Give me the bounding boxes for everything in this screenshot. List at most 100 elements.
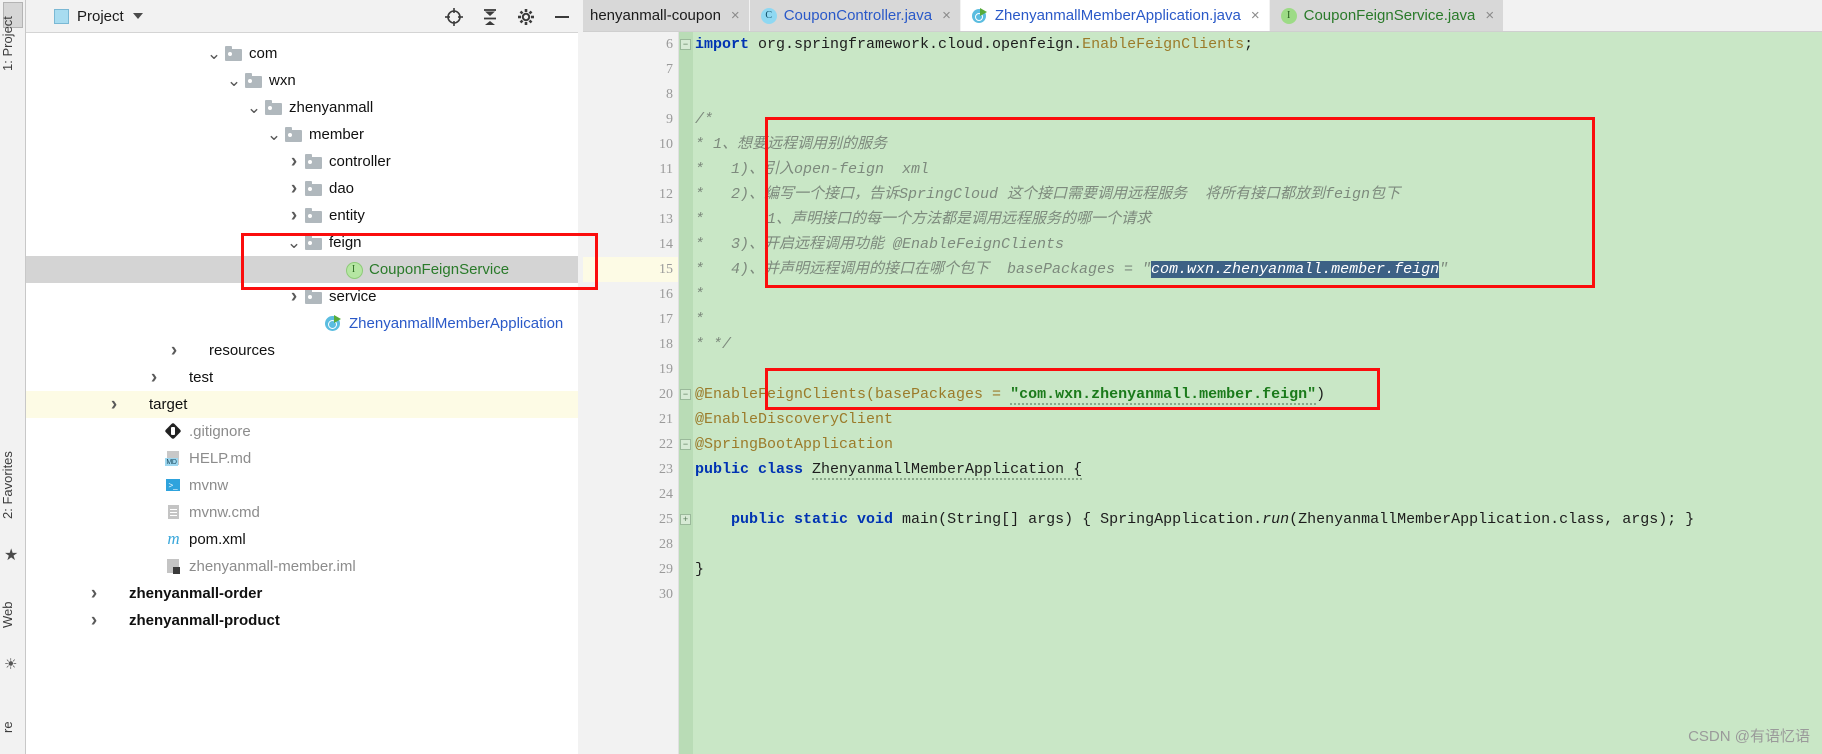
code-line[interactable]: * */ [679, 332, 1822, 357]
tree-row-label: target [149, 396, 188, 413]
editor-tab[interactable]: I CouponFeignService.java × [1269, 0, 1505, 31]
code-line[interactable]: @EnableFeignClients(basePackages = "com.… [679, 382, 1822, 407]
chevron-down-icon[interactable]: ⌄ [226, 72, 242, 89]
line-number: 29 [659, 561, 673, 577]
editor-tab[interactable]: ZhenyanmallMemberApplication.java × [960, 0, 1270, 31]
code-line[interactable]: * 1)、引入open-feign xml [679, 157, 1822, 182]
project-tool-window: Project ⌄ com ⌄ wxn ⌄ zhenyanmall ⌄ memb… [26, 0, 598, 754]
tree-row[interactable]: zhenyanmall-member.iml [26, 553, 578, 580]
settings-gear-icon[interactable] [516, 7, 536, 27]
line-number: 30 [659, 586, 673, 602]
chevron-right-icon[interactable]: › [286, 151, 302, 172]
code-call: run [1262, 511, 1290, 528]
tree-row[interactable]: › entity [26, 202, 578, 229]
close-icon[interactable]: × [1251, 7, 1260, 24]
tree-row[interactable]: ⌄ wxn [26, 67, 578, 94]
chevron-down-icon[interactable]: ⌄ [246, 99, 262, 116]
code-line[interactable]: import org.springframework.cloud.openfei… [679, 32, 1822, 57]
chevron-right-icon[interactable]: › [286, 286, 302, 307]
code-line[interactable]: @EnableDiscoveryClient [679, 407, 1822, 432]
code-line[interactable]: * 3)、开启远程调用功能 @EnableFeignClients [679, 232, 1822, 257]
tree-row[interactable]: › dao [26, 175, 578, 202]
project-tree[interactable]: ⌄ com ⌄ wxn ⌄ zhenyanmall ⌄ member › controller › d… [26, 33, 578, 754]
editor-tab[interactable]: henyanmall-coupon × [579, 0, 750, 31]
fold-minus-icon[interactable]: − [680, 389, 691, 400]
code-line[interactable]: * 2)、编写一个接口，告诉SpringCloud 这个接口需要调用远程服务 将… [679, 182, 1822, 207]
tree-row[interactable]: .gitignore [26, 418, 578, 445]
code-line[interactable]: * [679, 307, 1822, 332]
tree-row[interactable]: ZhenyanmallMemberApplication [26, 310, 578, 337]
chevron-right-icon[interactable]: › [166, 340, 182, 361]
tree-row-label: member [309, 126, 365, 143]
code-line[interactable] [679, 57, 1822, 82]
code-annotation: @SpringBootApplication [695, 436, 894, 453]
tree-row[interactable]: >_ mvnw [26, 472, 578, 499]
chevron-right-icon[interactable]: › [106, 394, 122, 415]
tree-row[interactable]: › zhenyanmall-order [26, 580, 578, 607]
code-line[interactable]: @SpringBootApplication − [679, 432, 1822, 457]
chevron-right-icon[interactable]: › [86, 583, 102, 604]
tree-row[interactable]: ⌄ feign [26, 229, 578, 256]
tree-row[interactable]: › test [26, 364, 578, 391]
panel-splitter[interactable] [578, 0, 583, 754]
tool-button-web[interactable]: Web [0, 585, 26, 645]
code-viewport[interactable]: import org.springframework.cloud.openfei… [679, 32, 1822, 754]
code-lines[interactable]: import org.springframework.cloud.openfei… [679, 32, 1822, 754]
chevron-down-icon[interactable] [132, 13, 143, 19]
tree-row[interactable]: › zhenyanmall-product [26, 607, 578, 634]
tree-row[interactable]: › resources [26, 337, 578, 364]
tree-row[interactable]: mvnw.cmd [26, 499, 578, 526]
code-line[interactable]: * 4)、并声明远程调用的接口在哪个包下 basePackages = "com… [679, 257, 1822, 282]
code-line[interactable]: /* [679, 107, 1822, 132]
code-line[interactable] [679, 582, 1822, 607]
fold-minus-icon[interactable]: − [680, 39, 691, 50]
chevron-right-icon[interactable]: › [86, 610, 102, 631]
code-line[interactable]: * 1、声明接口的每一个方法都是调用远程服务的哪一个请求 [679, 207, 1822, 232]
editor-tab-label: CouponFeignService.java [1303, 7, 1476, 24]
tree-row[interactable]: ⌄ com [26, 40, 578, 67]
line-number: 17 [659, 311, 673, 327]
code-line[interactable]: public class ZhenyanmallMemberApplicatio… [679, 457, 1822, 482]
folder-icon [305, 154, 322, 169]
tree-row[interactable]: › target [26, 391, 578, 418]
chevron-right-icon[interactable]: › [286, 205, 302, 226]
code-line[interactable] [679, 357, 1822, 382]
code-line[interactable]: * [679, 282, 1822, 307]
editor-tab[interactable]: C CouponController.java × [749, 0, 961, 31]
tree-row[interactable]: › controller [26, 148, 578, 175]
chevron-down-icon[interactable]: ⌄ [206, 45, 222, 62]
tree-row[interactable]: MD HELP.md [26, 445, 578, 472]
tree-row-label: CouponFeignService [369, 261, 510, 278]
tool-button-project[interactable]: 1: Project [0, 4, 26, 84]
chevron-right-icon[interactable]: › [146, 367, 162, 388]
code-line[interactable] [679, 532, 1822, 557]
tree-row[interactable]: › service [26, 283, 578, 310]
tree-row[interactable]: m pom.xml [26, 526, 578, 553]
selected-text[interactable]: com.wxn.zhenyanmall.member.feign [1151, 261, 1440, 278]
close-icon[interactable]: × [1485, 7, 1494, 24]
line-number: 6 [666, 36, 673, 52]
hide-panel-icon[interactable] [552, 7, 572, 27]
tool-button-favorites[interactable]: 2: Favorites [0, 430, 26, 540]
tree-row[interactable]: I CouponFeignService [26, 256, 578, 283]
chevron-right-icon[interactable]: › [286, 178, 302, 199]
close-icon[interactable]: × [942, 7, 951, 24]
spring-boot-icon [971, 7, 988, 24]
tool-button-structure[interactable]: re [0, 700, 26, 754]
editor-tab-bar[interactable]: henyanmall-coupon × C CouponController.java… [579, 0, 1822, 32]
tree-row[interactable]: ⌄ zhenyanmall [26, 94, 578, 121]
close-icon[interactable]: × [731, 7, 740, 24]
tree-row[interactable]: ⌄ member [26, 121, 578, 148]
fold-plus-icon[interactable]: + [680, 514, 691, 525]
code-line[interactable] [679, 82, 1822, 107]
code-line[interactable]: public static void main(String[] args) {… [679, 507, 1822, 532]
fold-minus-icon[interactable]: − [680, 439, 691, 450]
chevron-down-icon[interactable]: ⌄ [286, 234, 302, 251]
code-line[interactable]: * 1、想要远程调用别的服务 [679, 132, 1822, 157]
code-line[interactable] [679, 482, 1822, 507]
chevron-down-icon[interactable]: ⌄ [266, 126, 282, 143]
tree-row-label: wxn [269, 72, 296, 89]
code-line[interactable]: } [679, 557, 1822, 582]
locate-icon[interactable] [444, 7, 464, 27]
collapse-all-icon[interactable] [480, 7, 500, 27]
